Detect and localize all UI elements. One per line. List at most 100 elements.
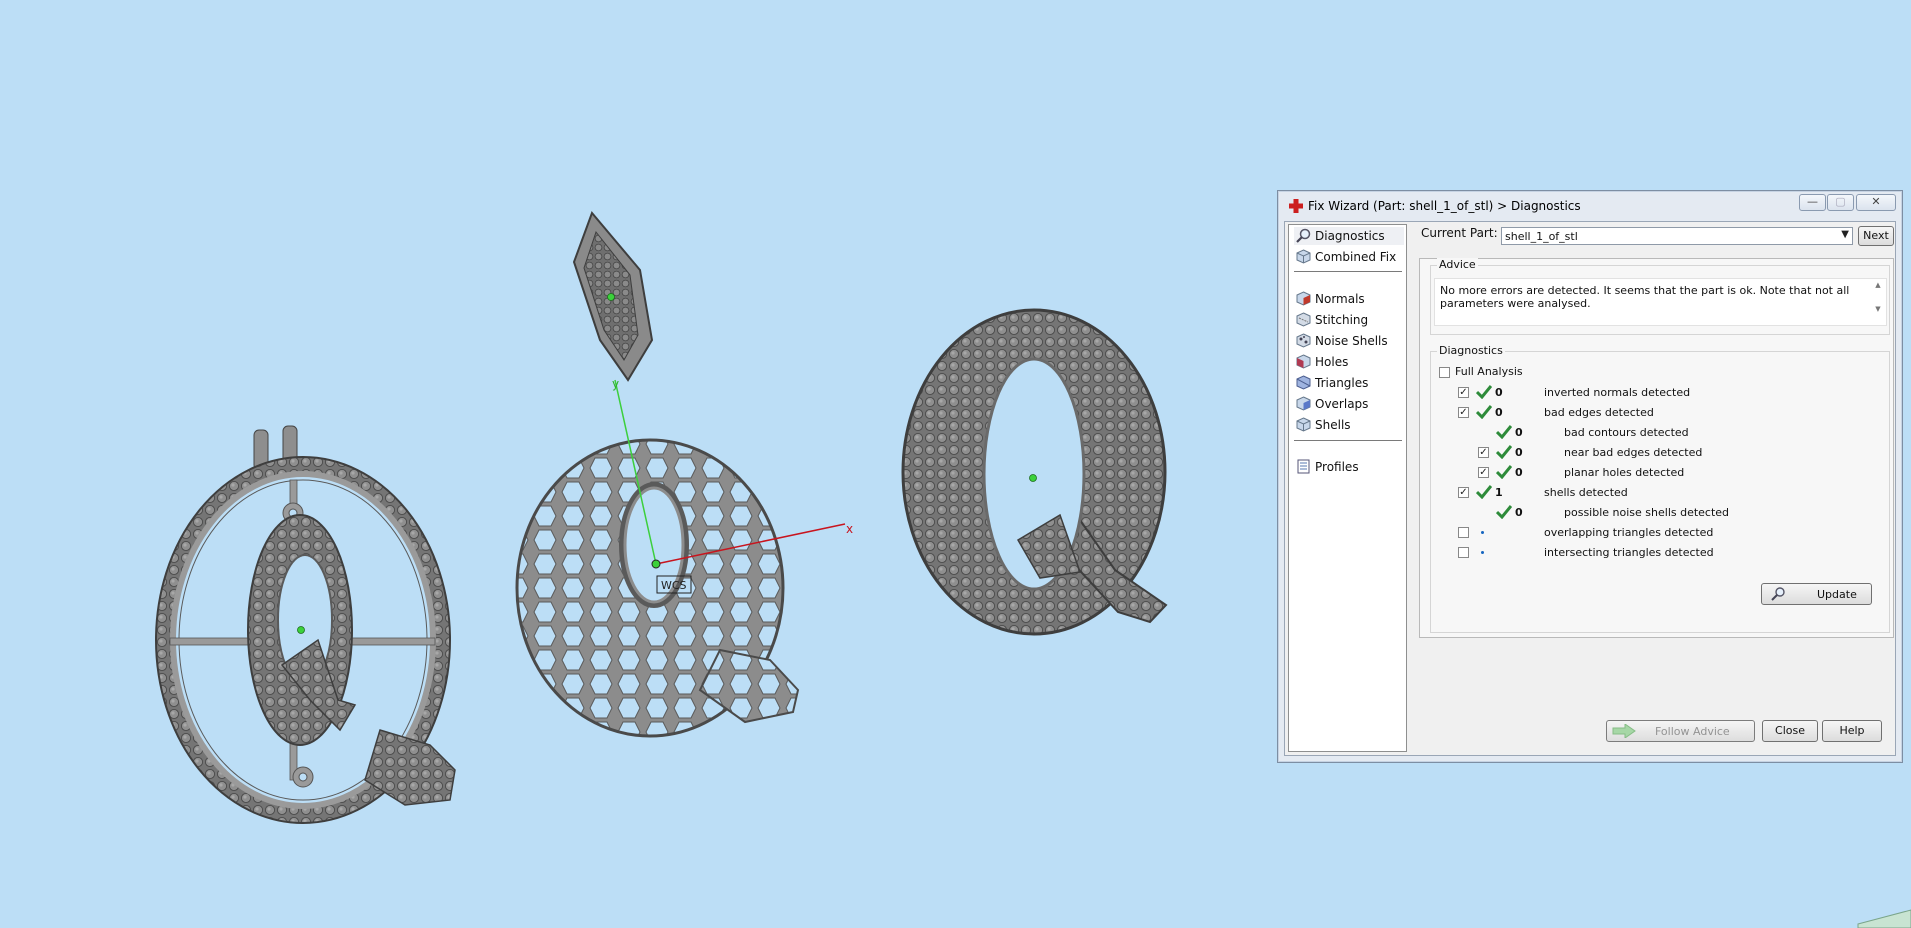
maximize-button[interactable]: ▢ [1827,194,1854,211]
dialog-titlebar[interactable]: Fix Wizard (Part: shell_1_of_stl) > Diag… [1278,191,1902,220]
advice-text: No more errors are detected. It seems th… [1440,284,1850,310]
nav-item-diagnostics[interactable]: Diagnostics [1294,227,1404,245]
update-label: Update [1817,588,1857,601]
fix-wizard-dialog: Fix Wizard (Part: shell_1_of_stl) > Diag… [1277,190,1903,763]
view-cube[interactable] [1857,909,1911,928]
diagnostic-label: intersecting triangles detected [1544,546,1714,559]
full-analysis-label: Full Analysis [1455,365,1523,378]
diagnostic-checkbox[interactable]: ✓ [1478,447,1489,458]
check-icon [1476,385,1492,399]
diagnostic-row: 0 possible noise shells detected [1431,504,1871,522]
nav-item-shells[interactable]: Shells [1294,416,1404,434]
red-cross-icon [1289,199,1303,213]
nav-divider [1294,271,1402,272]
arrow-right-icon [1612,724,1636,738]
follow-advice-label: Follow Advice [1655,725,1730,738]
not-analysed-dot [1481,551,1484,554]
overlaps-cube-icon [1296,396,1311,411]
close-window-button[interactable]: ✕ [1856,194,1896,211]
full-analysis-box[interactable] [1439,367,1450,378]
dialog-title: Fix Wizard (Part: shell_1_of_stl) > Diag… [1308,199,1581,213]
diagnostic-count: 0 [1515,506,1523,519]
x-axis-label: x [846,522,853,536]
check-icon [1496,445,1512,459]
magnifier-icon [1296,228,1311,243]
triangles-cube-icon [1296,375,1311,390]
diagnostic-label: possible noise shells detected [1564,506,1730,519]
dialog-content: Diagnostics Combined Fix Normals Stitchi… [1284,221,1896,756]
diagnostic-label: bad contours detected [1564,426,1689,439]
diagnostic-row: overlapping triangles detected [1431,524,1871,542]
advice-scrollbar[interactable]: ▲ ▼ [1872,281,1884,323]
diagnostic-count: 0 [1515,466,1523,479]
diagnostics-panel: Advice No more errors are detected. It s… [1419,258,1894,638]
diagnostics-title: Diagnostics [1437,344,1505,357]
model-q-honeycomb-pendant[interactable]: y x WCS [515,211,853,738]
nav-item-triangles[interactable]: Triangles [1294,374,1404,392]
advice-textbox[interactable]: No more errors are detected. It seems th… [1434,278,1887,326]
current-part-label: Current Part: [1421,226,1498,240]
nav-item-normals[interactable]: Normals [1294,290,1404,308]
nav-item-profiles[interactable]: Profiles [1294,458,1404,476]
check-icon [1496,425,1512,439]
full-analysis-checkbox[interactable]: Full Analysis [1439,364,1559,380]
cube-icon [1296,249,1311,264]
shells-cube-icon [1296,417,1311,432]
current-part-select[interactable]: shell_1_of_stl ▼ [1501,227,1853,245]
diagnostic-count: 0 [1515,426,1523,439]
chevron-down-icon: ▼ [1841,229,1849,240]
diagnostic-checkbox[interactable] [1458,547,1469,558]
check-icon [1496,465,1512,479]
profiles-document-icon [1297,459,1310,474]
diagnostic-count: 0 [1515,446,1523,459]
normals-cube-icon [1296,291,1311,306]
diagnostic-checkbox[interactable]: ✓ [1458,487,1469,498]
model-q-oval-pendant[interactable] [155,425,456,824]
diagnostic-label: shells detected [1544,486,1628,499]
advice-title: Advice [1437,258,1478,271]
diagnostic-label: overlapping triangles detected [1544,526,1714,539]
check-icon [1476,485,1492,499]
diagnostic-checkbox[interactable]: ✓ [1458,387,1469,398]
check-icon [1496,505,1512,519]
noise-shells-icon [1296,333,1311,348]
diagnostic-checkbox[interactable] [1458,527,1469,538]
diagnostic-checkbox[interactable]: ✓ [1478,467,1489,478]
diagnostic-checkbox[interactable]: ✓ [1458,407,1469,418]
diagnostic-count: 1 [1495,486,1503,499]
nav-item-holes[interactable]: Holes [1294,353,1404,371]
holes-cube-icon [1296,354,1311,369]
diagnostic-row: ✓ 1 shells detected [1431,484,1871,502]
diagnostic-row: intersecting triangles detected [1431,544,1871,562]
model-q-pave-pendant[interactable] [901,308,1168,636]
nav-item-overlaps[interactable]: Overlaps [1294,395,1404,413]
follow-advice-button[interactable]: Follow Advice [1606,720,1755,742]
nav-item-stitching[interactable]: Stitching [1294,311,1404,329]
wizard-nav: Diagnostics Combined Fix Normals Stitchi… [1288,224,1407,752]
current-part-value: shell_1_of_stl [1505,230,1578,243]
diagnostic-row: ✓ 0 near bad edges detected [1431,444,1871,462]
wcs-label: WCS [661,579,687,592]
nav-item-noise-shells[interactable]: Noise Shells [1294,332,1404,350]
diagnostic-count: 0 [1495,406,1503,419]
stitching-cube-icon [1296,312,1311,327]
diagnostic-label: planar holes detected [1564,466,1685,479]
update-button[interactable]: Update [1761,583,1872,605]
next-button[interactable]: Next [1858,226,1894,246]
check-icon [1476,405,1492,419]
magnifier-icon [1771,587,1785,601]
diagnostic-row: ✓ 0 planar holes detected [1431,464,1871,482]
diagnostic-label: inverted normals detected [1544,386,1691,399]
close-button[interactable]: Close [1762,720,1818,742]
y-axis-label: y [612,377,619,391]
diagnostic-row: ✓ 0 inverted normals detected [1431,384,1871,402]
nav-divider [1294,440,1402,441]
advice-group: Advice No more errors are detected. It s… [1430,258,1890,335]
diagnostic-label: bad edges detected [1544,406,1654,419]
diagnostic-row: 0 bad contours detected [1431,424,1871,442]
minimize-button[interactable]: — [1799,194,1826,211]
diagnostic-label: near bad edges detected [1564,446,1703,459]
diagnostics-group: Diagnostics Full Analysis ✓ 0 inverted nor… [1430,344,1890,633]
nav-item-combined-fix[interactable]: Combined Fix [1294,248,1404,266]
help-button[interactable]: Help [1822,720,1882,742]
